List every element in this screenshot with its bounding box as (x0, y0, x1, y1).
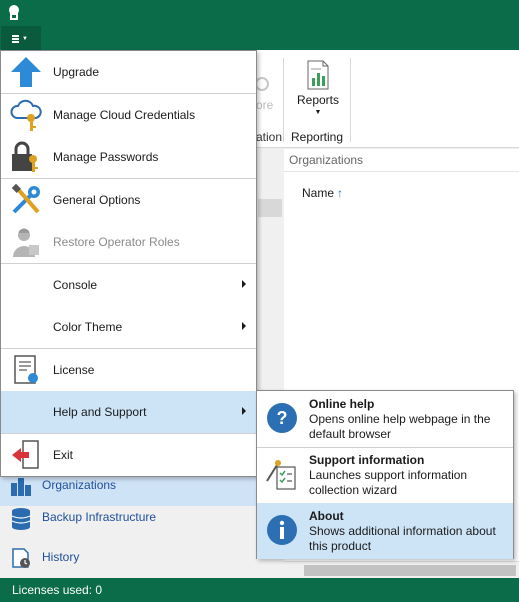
licenses-used-text: Licenses used: 0 (12, 583, 103, 597)
hamburger-icon (12, 34, 19, 45)
nav-item-label: Organizations (42, 478, 117, 492)
lock-key-icon (12, 141, 38, 172)
cloud-key-icon (10, 99, 42, 131)
status-bar: Licenses used: 0 (0, 578, 519, 602)
menu-item-label: General Options (53, 193, 141, 207)
reports-button[interactable]: Reports ▼ (288, 60, 348, 122)
submenu-item-description: Shows additional information about this … (309, 524, 496, 553)
scrollbar-thumb[interactable] (304, 565, 516, 576)
chevron-right-icon (242, 322, 246, 330)
menu-item-color-theme[interactable]: Color Theme (1, 306, 256, 348)
ribbon-separator (283, 58, 284, 142)
nav-item-backup-infrastructure[interactable]: Backup Infrastructure (0, 498, 256, 538)
nav-scrollbar[interactable] (258, 199, 282, 217)
svg-text:?: ? (277, 408, 288, 428)
ghost-ribbon-button-label: ore (256, 98, 274, 112)
menu-item-label: Color Theme (53, 320, 123, 334)
horizontal-scrollbar[interactable] (284, 561, 519, 578)
app-logo-icon (9, 5, 19, 20)
reports-label: Reports (296, 93, 340, 107)
chevron-down-icon: ▼ (314, 109, 322, 116)
submenu-item-online-help[interactable]: ? Online help Opens online help webpage … (257, 391, 513, 447)
ghost-ribbon-group-label: ation (256, 130, 283, 144)
help-support-submenu: ? Online help Opens online help webpage … (256, 390, 514, 559)
info-icon (267, 515, 297, 545)
chevron-right-icon (242, 280, 246, 288)
menu-item-restore-operator-roles[interactable]: Restore Operator Roles (1, 221, 256, 263)
divider (284, 171, 519, 172)
reporting-group-label: Reporting (291, 130, 344, 144)
menu-item-general-options[interactable]: General Options (1, 179, 256, 221)
ghost-ribbon-icon (256, 77, 269, 91)
menu-item-label: Console (53, 278, 98, 292)
menu-item-label: Manage Passwords (53, 150, 159, 164)
nav-item-history[interactable]: History (0, 538, 256, 578)
main-menu-button[interactable]: ▼ (1, 26, 41, 50)
menu-item-upgrade[interactable]: Upgrade (1, 51, 256, 93)
menu-band (0, 26, 519, 50)
organizations-icon (11, 478, 31, 496)
menu-item-manage-passwords[interactable]: Manage Passwords (1, 136, 256, 178)
menu-item-console[interactable]: Console (1, 264, 256, 306)
sort-ascending-icon: ↑ (337, 186, 344, 200)
database-icon (11, 508, 31, 530)
menu-item-label: Exit (53, 448, 74, 462)
exit-icon (12, 440, 39, 469)
nav-item-label: Backup Infrastructure (42, 510, 157, 524)
title-bar (0, 0, 519, 26)
submenu-item-about[interactable]: About Shows additional information about… (257, 503, 513, 559)
submenu-item-title: About (309, 509, 344, 523)
help-question-icon: ? (267, 403, 297, 433)
submenu-item-title: Online help (309, 397, 375, 411)
menu-item-label: License (53, 363, 95, 377)
menu-item-label: Manage Cloud Credentials (53, 108, 196, 122)
main-menu-dropdown: Upgrade Manage Cloud Credentials Manage … (0, 50, 257, 477)
column-header-name[interactable]: Name ↑ (302, 186, 343, 200)
menu-item-exit[interactable]: Exit (1, 434, 256, 476)
menu-item-help-and-support[interactable]: Help and Support (1, 391, 256, 433)
submenu-item-description: Opens online help webpage in the default… (309, 412, 491, 441)
view-title: Organizations (289, 153, 364, 167)
history-icon (12, 548, 30, 568)
nav-item-label: History (42, 550, 80, 564)
menu-item-label: Restore Operator Roles (53, 235, 180, 249)
submenu-item-support-information[interactable]: Support information Launches support inf… (257, 447, 513, 503)
submenu-item-title: Support information (309, 453, 425, 467)
tools-icon (11, 183, 40, 214)
ribbon-separator (350, 58, 351, 142)
reports-icon (307, 60, 329, 90)
operator-roles-icon (13, 228, 39, 257)
upgrade-arrow-icon (11, 57, 41, 87)
wizard-checklist-icon (266, 460, 296, 490)
submenu-item-description: Launches support information collection … (309, 468, 468, 497)
column-header-label: Name (302, 186, 335, 200)
menu-item-manage-cloud-credentials[interactable]: Manage Cloud Credentials (1, 94, 256, 136)
chevron-right-icon (242, 407, 246, 415)
menu-item-license[interactable]: License (1, 349, 256, 391)
chevron-down-icon: ▼ (22, 36, 28, 43)
menu-item-label: Upgrade (53, 65, 100, 79)
license-icon (14, 355, 38, 384)
menu-item-label: Help and Support (53, 405, 147, 419)
